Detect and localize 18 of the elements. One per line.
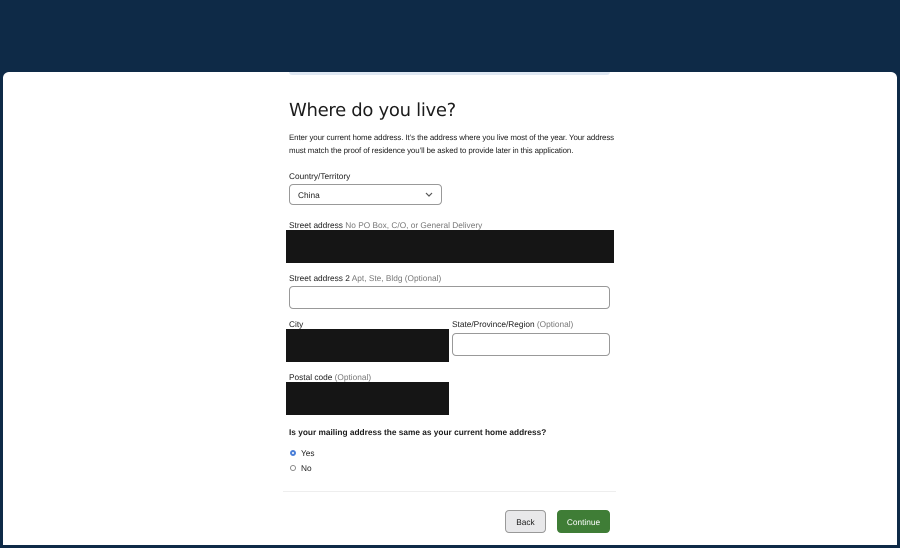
back-button[interactable]: Back [505, 510, 546, 533]
input-field[interactable] [452, 333, 610, 356]
field-label: Street address No PO Box, C/O, or General Delivery [289, 220, 484, 230]
page-heading: Where do you live? [289, 100, 457, 121]
radio-button[interactable] [290, 450, 296, 456]
radio-button[interactable] [290, 465, 296, 471]
option-label: Yes [301, 448, 315, 458]
continue-button[interactable]: Continue [557, 510, 610, 533]
country-dropdown[interactable]: China [289, 184, 442, 205]
field-label: Street address 2 Apt, Ste, Bldg (Optional) [289, 273, 442, 283]
option-label: No [301, 463, 312, 473]
field-label: Country/Territory [289, 171, 352, 181]
input-field[interactable] [289, 286, 610, 309]
field-label: Postal code (Optional) [289, 372, 372, 382]
question-text: Is your mailing address the same as your current home address? [289, 427, 548, 437]
field-label: State/Province/Region (Optional) [452, 319, 574, 329]
field-label: City [289, 319, 304, 329]
chevron-down-icon [425, 192, 433, 197]
